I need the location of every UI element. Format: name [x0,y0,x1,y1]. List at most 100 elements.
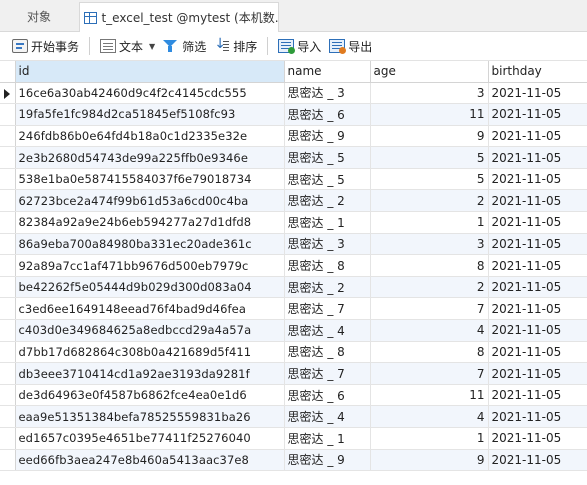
cell-name[interactable]: 思密达 _ 9 [284,125,371,148]
column-header-name[interactable]: name [284,61,371,83]
row-indicator[interactable] [0,233,16,256]
cell-age[interactable]: 11 [370,103,489,126]
cell-name[interactable]: 思密达 _ 4 [284,405,371,428]
cell-age[interactable]: 8 [370,341,489,364]
cell-id[interactable]: be42262f5e05444d9b029d300d083a04 [15,276,285,299]
cell-id[interactable]: eaa9e51351384befa78525559831ba26 [15,405,285,428]
begin-transaction-button[interactable]: 开始事务 [8,35,83,57]
cell-id[interactable]: 2e3b2680d54743de99a225ffb0e9346e [15,146,285,169]
tab-table[interactable]: t_excel_test @mytest (本机数... [79,2,279,32]
cell-id[interactable]: 16ce6a30ab42460d9c4f2c4145cdc555 [15,82,285,105]
cell-name[interactable]: 思密达 _ 1 [284,427,371,450]
cell-birthday[interactable]: 2021-11-05 [488,103,587,126]
cell-id[interactable]: ed1657c0395e4651be77411f25276040 [15,427,285,450]
cell-birthday[interactable]: 2021-11-05 [488,233,587,256]
cell-age[interactable]: 7 [370,362,489,385]
cell-id[interactable]: 62723bce2a474f99b61d53a6cd00c4ba [15,189,285,213]
column-header-age[interactable]: age [370,61,489,83]
cell-id[interactable]: 246fdb86b0e64fd4b18a0c1d2335e32e [15,125,285,148]
cell-name[interactable]: 思密达 _ 3 [284,233,371,256]
row-indicator[interactable] [0,384,16,407]
cell-birthday[interactable]: 2021-11-05 [488,427,587,450]
cell-birthday[interactable]: 2021-11-05 [488,319,587,342]
cell-name[interactable]: 思密达 _ 8 [284,254,371,277]
cell-age[interactable]: 11 [370,384,489,407]
cell-id[interactable]: 538e1ba0e587415584037f6e79018734 [15,168,285,191]
cell-name[interactable]: 思密达 _ 6 [284,103,371,126]
row-indicator[interactable] [0,319,16,342]
cell-age[interactable]: 3 [370,233,489,256]
cell-age[interactable]: 8 [370,254,489,277]
cell-age[interactable]: 1 [370,211,489,234]
table-row[interactable]: ed1657c0395e4651be77411f25276040 思密达 _ 11… [0,427,587,450]
table-row[interactable]: 246fdb86b0e64fd4b18a0c1d2335e32e 思密达 _ 99… [0,125,587,148]
cell-name[interactable]: 思密达 _ 8 [284,341,371,364]
cell-age[interactable]: 9 [370,449,489,472]
cell-age[interactable]: 2 [370,276,489,299]
cell-age[interactable]: 2 [370,189,489,213]
table-row[interactable]: db3eee3710414cd1a92ae3193da9281f 思密达 _ 77… [0,362,587,385]
cell-birthday[interactable]: 2021-11-05 [488,146,587,169]
export-button[interactable]: 导出 [325,35,376,57]
cell-id[interactable]: db3eee3710414cd1a92ae3193da9281f [15,362,285,385]
table-row[interactable]: c3ed6ee1649148eead76f4bad9d46fea 思密达 _ 77… [0,297,587,321]
cell-name[interactable]: 思密达 _ 2 [284,276,371,299]
cell-birthday[interactable]: 2021-11-05 [488,211,587,234]
row-indicator[interactable] [0,125,16,148]
table-row[interactable]: 538e1ba0e587415584037f6e79018734 思密达 _ 55… [0,168,587,191]
cell-name[interactable]: 思密达 _ 7 [284,297,371,321]
cell-id[interactable]: c3ed6ee1649148eead76f4bad9d46fea [15,297,285,321]
column-header-birthday[interactable]: birthday [488,61,587,83]
cell-id[interactable]: 92a89a7cc1af471bb9676d500eb7979c [15,254,285,277]
cell-age[interactable]: 4 [370,405,489,428]
table-row[interactable]: 82384a92a9e24b6eb594277a27d1dfd8 思密达 _ 11… [0,211,587,234]
row-indicator[interactable] [0,362,16,385]
tab-objects[interactable]: 对象 [0,2,78,31]
cell-name[interactable]: 思密达 _ 9 [284,449,371,472]
cell-birthday[interactable]: 2021-11-05 [488,449,587,472]
table-row[interactable]: 2e3b2680d54743de99a225ffb0e9346e 思密达 _ 55… [0,146,587,169]
cell-birthday[interactable]: 2021-11-05 [488,276,587,299]
table-row[interactable]: be42262f5e05444d9b029d300d083a04 思密达 _ 22… [0,276,587,299]
import-button[interactable]: 导入 [274,35,325,57]
cell-id[interactable]: 86a9eba700a84980ba331ec20ade361c [15,233,285,256]
cell-id[interactable]: de3d64963e0f4587b6862fce4ea0e1d6 [15,384,285,407]
table-row[interactable]: 62723bce2a474f99b61d53a6cd00c4ba 思密达 _ 22… [0,189,587,213]
cell-birthday[interactable]: 2021-11-05 [488,125,587,148]
cell-birthday[interactable]: 2021-11-05 [488,384,587,407]
cell-birthday[interactable]: 2021-11-05 [488,362,587,385]
table-row[interactable]: eaa9e51351384befa78525559831ba26 思密达 _ 44… [0,405,587,428]
cell-name[interactable]: 思密达 _ 3 [284,82,371,105]
cell-id[interactable]: 19fa5fe1fc984d2ca51845ef5108fc93 [15,103,285,126]
cell-age[interactable]: 4 [370,319,489,342]
row-indicator[interactable] [0,297,16,321]
row-indicator[interactable] [0,189,16,213]
cell-id[interactable]: eed66fb3aea247e8b460a5413aac37e8 [15,449,285,472]
row-indicator[interactable] [0,254,16,277]
cell-name[interactable]: 思密达 _ 1 [284,211,371,234]
cell-name[interactable]: 思密达 _ 6 [284,384,371,407]
cell-birthday[interactable]: 2021-11-05 [488,254,587,277]
table-row[interactable]: eed66fb3aea247e8b460a5413aac37e8 思密达 _ 99… [0,449,587,472]
cell-age[interactable]: 1 [370,427,489,450]
row-indicator[interactable] [0,211,16,234]
cell-age[interactable]: 3 [370,82,489,105]
sort-button[interactable]: 排序 [210,35,261,57]
cell-birthday[interactable]: 2021-11-05 [488,341,587,364]
table-row[interactable]: 92a89a7cc1af471bb9676d500eb7979c 思密达 _ 88… [0,254,587,277]
cell-name[interactable]: 思密达 _ 2 [284,189,371,213]
table-row[interactable]: c403d0e349684625a8edbccd29a4a57a 思密达 _ 44… [0,319,587,342]
table-row[interactable]: d7bb17d682864c308b0a421689d5f411 思密达 _ 88… [0,341,587,364]
cell-id[interactable]: d7bb17d682864c308b0a421689d5f411 [15,341,285,364]
row-indicator[interactable] [0,427,16,450]
table-row[interactable]: 19fa5fe1fc984d2ca51845ef5108fc93 思密达 _ 61… [0,103,587,126]
cell-birthday[interactable]: 2021-11-05 [488,82,587,105]
cell-name[interactable]: 思密达 _ 5 [284,168,371,191]
row-indicator[interactable] [0,82,16,105]
row-indicator[interactable] [0,276,16,299]
cell-name[interactable]: 思密达 _ 7 [284,362,371,385]
cell-birthday[interactable]: 2021-11-05 [488,168,587,191]
cell-birthday[interactable]: 2021-11-05 [488,189,587,213]
table-row[interactable]: 16ce6a30ab42460d9c4f2c4145cdc555 思密达 _ 33… [0,82,587,105]
column-header-id[interactable]: id [15,61,285,83]
